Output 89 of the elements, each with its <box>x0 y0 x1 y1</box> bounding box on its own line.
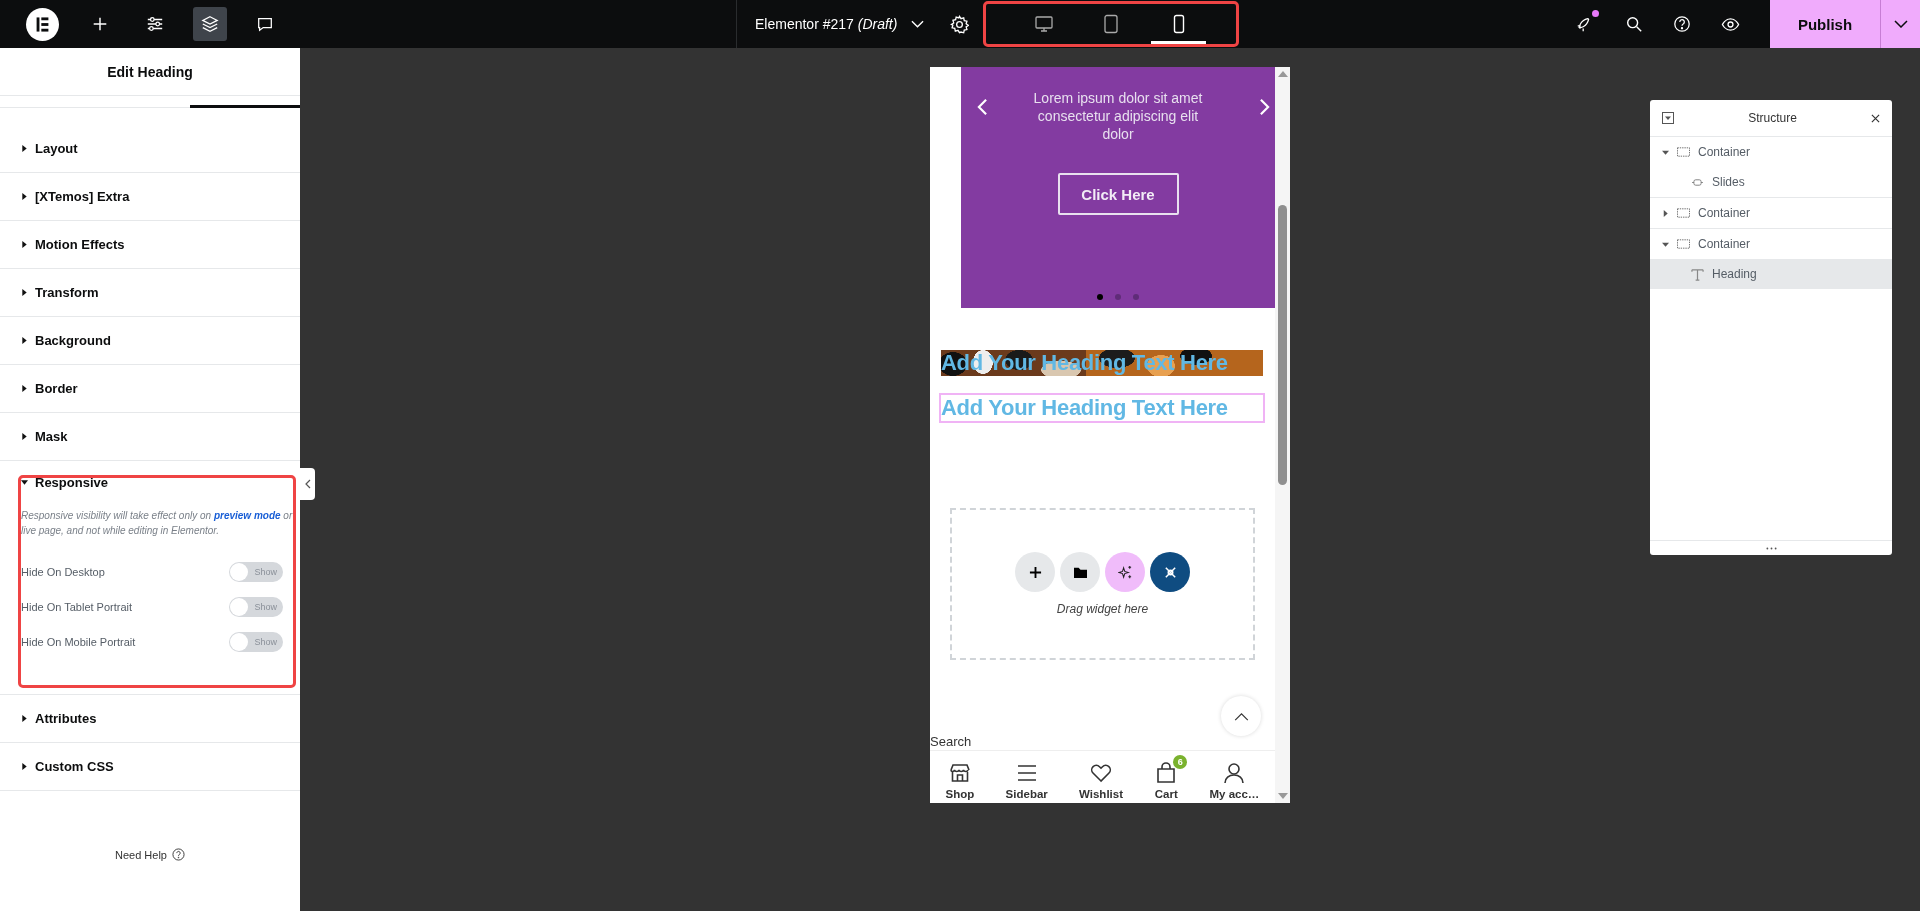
chevron-left-icon <box>304 479 311 489</box>
count-badge: 6 <box>1173 754 1188 769</box>
toggle-label: Hide On Tablet Portrait <box>21 600 133 613</box>
caret-down-icon[interactable] <box>1662 148 1669 156</box>
plus-icon <box>91 15 109 33</box>
logo-icon[interactable] <box>26 7 59 41</box>
nav-item[interactable]: My acc… <box>1199 754 1270 800</box>
tree-item[interactable]: Heading <box>1650 259 1892 289</box>
settings-icon[interactable] <box>950 14 970 34</box>
container-icon <box>1677 147 1690 157</box>
layers-button[interactable] <box>193 7 227 41</box>
section-header[interactable]: Border <box>0 365 300 412</box>
caret-right-icon <box>21 763 28 770</box>
document-title[interactable]: Elementor #217 (Draft) <box>755 16 898 32</box>
folder-button[interactable] <box>1060 552 1100 592</box>
help-link[interactable]: Need Help <box>115 848 167 861</box>
caret-right-icon <box>21 337 28 344</box>
section-header[interactable]: Layout <box>0 125 300 172</box>
search-label: Search <box>930 734 972 749</box>
drag-handle-icon[interactable] <box>1765 546 1777 550</box>
scroll-up-icon[interactable] <box>1277 71 1288 77</box>
user-icon <box>1222 760 1247 785</box>
caret-right-icon <box>21 145 28 152</box>
slide-dot[interactable] <box>1115 294 1121 300</box>
collapse-panel-button[interactable] <box>300 468 315 500</box>
chevron-down-icon[interactable] <box>911 20 925 28</box>
section-header[interactable]: Custom CSS <box>0 743 300 790</box>
nav-item[interactable]: 6 Cart <box>1144 754 1189 800</box>
sparkle-button[interactable] <box>1105 552 1145 592</box>
panel-title: Structure <box>1748 111 1797 125</box>
section-header[interactable]: Attributes <box>0 695 300 742</box>
folder-icon <box>1072 565 1088 579</box>
section-header[interactable]: Motion Effects <box>0 221 300 268</box>
plus-icon <box>1028 565 1042 579</box>
add-widget-button[interactable] <box>1015 552 1055 592</box>
tree-item[interactable]: Container <box>1650 198 1892 228</box>
monitor-icon <box>1034 14 1055 34</box>
section-header[interactable]: Transform <box>0 269 300 316</box>
chevron-right-icon[interactable] <box>1259 98 1270 116</box>
close-icon[interactable] <box>1871 113 1880 123</box>
caret-right-icon <box>21 715 28 722</box>
section-header[interactable]: Responsive <box>21 472 293 492</box>
section-header[interactable]: [XTemos] Extra <box>0 173 300 220</box>
drop-hint: Drag widget here <box>1056 602 1149 616</box>
preview-mode-link[interactable]: preview mode <box>213 510 281 521</box>
scroll-down-icon[interactable] <box>1277 793 1288 799</box>
caret-right-icon <box>21 433 28 440</box>
chevron-left-icon[interactable] <box>977 98 988 116</box>
tree-item[interactable]: Container <box>1650 137 1892 167</box>
scrollbar[interactable] <box>1275 67 1290 803</box>
kit-button[interactable] <box>1150 552 1190 592</box>
chat-icon <box>256 15 274 33</box>
layers-icon <box>201 15 219 33</box>
section-header[interactable]: Background <box>0 317 300 364</box>
publish-button[interactable]: Publish <box>1770 0 1880 48</box>
chevron-down-icon <box>1893 20 1908 28</box>
slide-dot[interactable] <box>1133 294 1139 300</box>
heading-text: Add Your Heading Text Here <box>941 395 1228 421</box>
tree-item[interactable]: Slides <box>1650 167 1892 197</box>
text-icon <box>1691 267 1704 281</box>
chevron-up-icon <box>1233 711 1249 721</box>
caret-right-icon <box>21 193 28 200</box>
slide-dot[interactable] <box>1097 294 1103 300</box>
scrollbar-thumb[interactable] <box>1278 205 1287 485</box>
caret-down-icon <box>21 478 28 486</box>
panel-title: Edit Heading <box>0 48 300 96</box>
sliders-icon <box>146 15 164 33</box>
dropdown-icon[interactable] <box>1662 112 1674 124</box>
toggle-label: Hide On Mobile Portrait <box>21 635 136 648</box>
cross-icon <box>1162 564 1178 580</box>
container-icon <box>1677 239 1690 249</box>
slide-text: Lorem ipsum dolor sit amet consectetur adipiscing elit dolor <box>1032 89 1204 143</box>
section-header[interactable]: Mask <box>0 413 300 460</box>
caret-down-icon[interactable] <box>1662 240 1669 248</box>
tree-item[interactable]: Container <box>1650 229 1892 259</box>
toggle-label: Hide On Desktop <box>21 565 105 578</box>
search-icon[interactable] <box>1625 15 1643 33</box>
help-text: Responsive visibility will take effect only on preview mode or live page, and not while editing in Elementor. <box>21 509 293 538</box>
sparkle-icon <box>1117 564 1133 580</box>
nav-item[interactable]: Sidebar <box>995 754 1058 800</box>
slides-icon <box>1691 177 1704 187</box>
caret-right-icon <box>21 241 28 248</box>
caret-right-icon <box>21 289 28 296</box>
nav-item[interactable]: Wishlist <box>1069 754 1133 800</box>
caret-right-icon <box>21 385 28 392</box>
slide-button[interactable]: Click Here <box>1057 173 1179 215</box>
caret-right-icon[interactable] <box>1662 209 1669 217</box>
container-icon <box>1677 208 1690 218</box>
nav-item[interactable]: Shop <box>935 754 985 800</box>
